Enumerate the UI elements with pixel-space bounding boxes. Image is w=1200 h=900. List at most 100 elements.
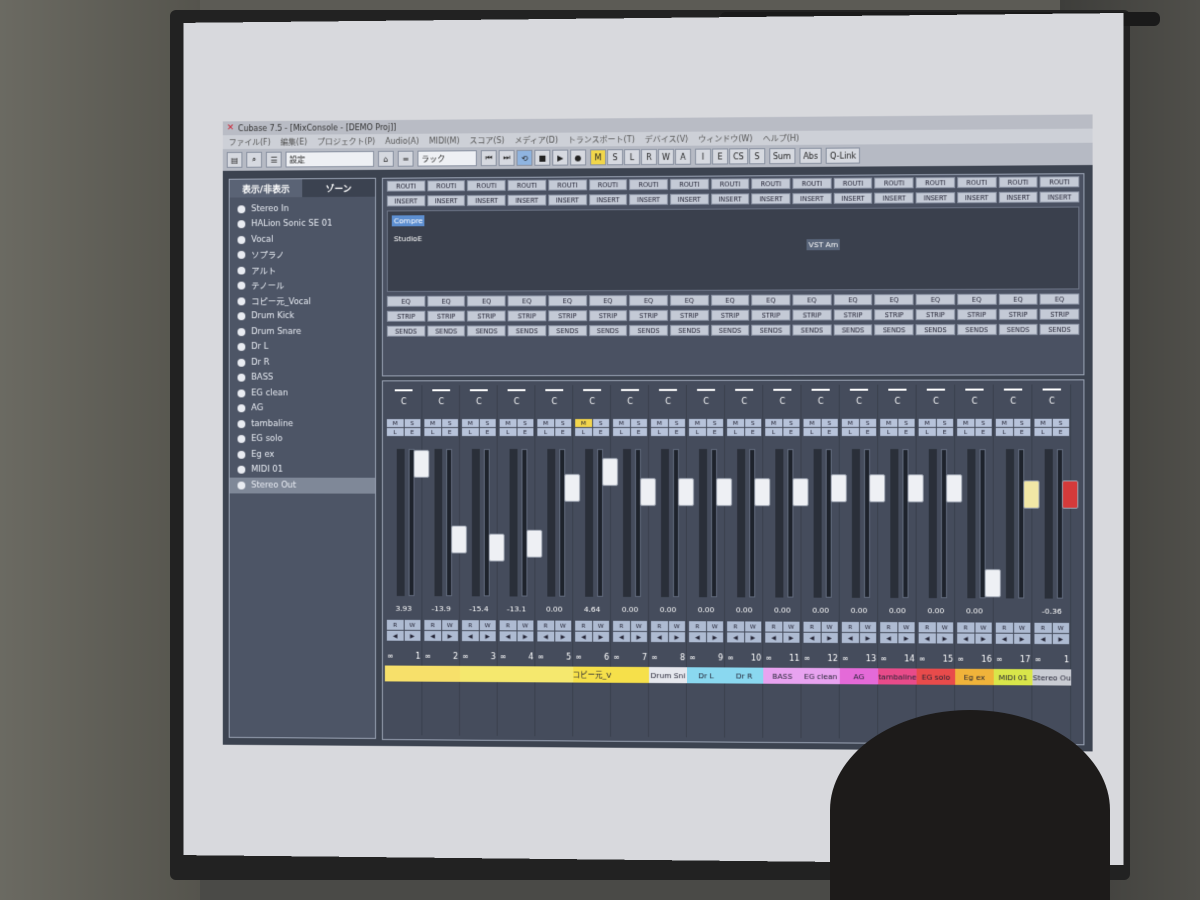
fader-track[interactable] — [483, 448, 505, 597]
search-icon[interactable]: ⌕ — [246, 151, 262, 168]
visibility-dot-icon[interactable] — [237, 251, 246, 260]
eq-slot[interactable]: EQ — [874, 294, 914, 306]
channel-name[interactable]: Drum Sni — [648, 667, 688, 684]
mute-button[interactable]: M — [650, 418, 668, 427]
visibility-dot-icon[interactable] — [237, 281, 246, 290]
track-list-item[interactable]: HALion Sonic SE 01 — [230, 216, 375, 232]
track-list-item[interactable]: EG solo — [230, 432, 375, 447]
sends-slot[interactable]: SENDS — [386, 325, 426, 337]
menu-item[interactable]: プロジェクト(P) — [317, 136, 375, 147]
automation-button[interactable]: W — [554, 620, 572, 631]
channel-name[interactable]: MIDI 01 — [993, 668, 1033, 686]
automation-button[interactable]: R — [650, 621, 668, 632]
automation-button[interactable]: ◀ — [765, 632, 782, 643]
automation-button[interactable]: ◀ — [650, 632, 668, 643]
link-icon[interactable]: ∞ — [500, 652, 507, 661]
automation-button[interactable]: W — [404, 619, 421, 630]
routing-slot[interactable]: ROUTI — [629, 178, 668, 191]
automation-button[interactable]: W — [1013, 622, 1031, 633]
visibility-dot-icon[interactable] — [237, 343, 246, 352]
visibility-dot-icon[interactable] — [237, 373, 246, 382]
automation-button[interactable]: W — [479, 620, 496, 631]
automation-button[interactable]: R — [803, 621, 821, 632]
pan-knob[interactable]: C — [811, 388, 830, 406]
sends-slot[interactable]: SENDS — [751, 324, 791, 336]
solo-button[interactable]: S — [592, 419, 610, 428]
link-icon[interactable]: ∞ — [765, 654, 772, 663]
menu-item[interactable]: ウィンドウ(W) — [698, 133, 752, 144]
pan-knob[interactable]: C — [888, 388, 907, 406]
automation-button[interactable]: R — [957, 622, 974, 633]
routing-slot[interactable]: ROUTI — [710, 178, 750, 190]
automation-button[interactable]: R — [575, 620, 592, 631]
sends-slot[interactable]: SENDS — [710, 324, 750, 336]
pan-knob[interactable]: C — [849, 388, 869, 406]
routing-slot[interactable]: ROUTI — [467, 179, 506, 192]
fader-track[interactable] — [902, 449, 924, 599]
transport-button[interactable]: ■ — [534, 149, 551, 166]
automation-button[interactable]: ▶ — [782, 632, 800, 643]
inserts-slot[interactable]: INSERT — [427, 195, 466, 207]
pan-knob[interactable]: C — [735, 388, 754, 406]
strip-slot[interactable]: STRIP — [548, 310, 587, 322]
transport-button[interactable]: ▶ — [552, 149, 569, 166]
edit-button[interactable]: E — [1013, 427, 1031, 436]
mute-button[interactable]: M — [803, 418, 821, 427]
pan-knob[interactable]: C — [926, 388, 946, 406]
link-icon[interactable]: ∞ — [689, 653, 696, 662]
eq-slot[interactable]: EQ — [548, 295, 587, 307]
link-icon[interactable]: ∞ — [387, 652, 394, 661]
automation-button[interactable]: W — [744, 621, 762, 632]
fader-track[interactable] — [521, 448, 543, 597]
automation-button[interactable]: ◀ — [918, 633, 936, 644]
link-icon[interactable]: ∞ — [727, 653, 734, 662]
strip-slot[interactable]: STRIP — [792, 309, 832, 321]
menu-item[interactable]: ヘルプ(H) — [763, 132, 799, 143]
routing-slot[interactable]: ROUTI — [386, 180, 426, 192]
sends-slot[interactable]: SENDS — [588, 325, 628, 337]
automation-button[interactable]: W — [936, 622, 954, 633]
automation-button[interactable]: ▶ — [1052, 633, 1070, 645]
automation-button[interactable]: R — [727, 621, 744, 632]
automation-button[interactable]: ◀ — [424, 630, 441, 641]
fader-track[interactable] — [408, 448, 430, 597]
sum-button[interactable]: Sum — [768, 147, 796, 165]
mode-button[interactable]: R — [641, 148, 657, 166]
pan-knob[interactable]: C — [658, 388, 678, 406]
fader-track[interactable] — [749, 449, 771, 598]
edit-button[interactable]: E — [517, 428, 534, 437]
automation-button[interactable]: ◀ — [727, 632, 744, 643]
edit-button[interactable]: E — [668, 427, 686, 436]
edit-button[interactable]: E — [859, 427, 877, 436]
routing-slot[interactable]: ROUTI — [588, 179, 628, 191]
fader-track[interactable] — [673, 449, 695, 598]
pan-knob[interactable]: C — [697, 388, 716, 406]
link-icon[interactable]: ∞ — [462, 652, 469, 661]
automation-button[interactable]: ▶ — [859, 633, 877, 644]
automation-button[interactable]: ◀ — [880, 633, 897, 644]
link-icon[interactable]: ∞ — [880, 654, 887, 663]
visibility-dot-icon[interactable] — [237, 235, 246, 244]
channel-name[interactable] — [497, 666, 536, 683]
link-icon[interactable]: ∞ — [424, 652, 431, 661]
track-list-item[interactable]: Vocal — [230, 231, 375, 247]
transport-button[interactable]: ⏮ — [480, 150, 497, 167]
edit-button[interactable]: E — [1052, 427, 1070, 436]
track-list-item[interactable]: Dr R — [230, 355, 375, 371]
menu-item[interactable]: スコア(S) — [470, 135, 505, 146]
listen-button[interactable]: L — [386, 428, 404, 437]
visibility-dot-icon[interactable] — [237, 419, 246, 428]
automation-button[interactable]: R — [841, 621, 859, 633]
inserts-slot[interactable]: INSERT — [629, 193, 668, 206]
listen-button[interactable]: L — [461, 428, 479, 437]
strip-slot[interactable]: STRIP — [874, 309, 914, 321]
mode-button[interactable]: S — [607, 149, 624, 166]
mode-button[interactable]: A — [675, 148, 692, 165]
option-button[interactable]: I — [695, 148, 712, 165]
strip-slot[interactable]: STRIP — [833, 309, 873, 321]
channel-name[interactable] — [422, 665, 461, 682]
visibility-dot-icon[interactable] — [237, 205, 246, 214]
pan-knob[interactable]: C — [583, 389, 602, 406]
home-icon[interactable]: ⌂ — [377, 150, 394, 167]
listen-button[interactable]: L — [803, 427, 821, 436]
